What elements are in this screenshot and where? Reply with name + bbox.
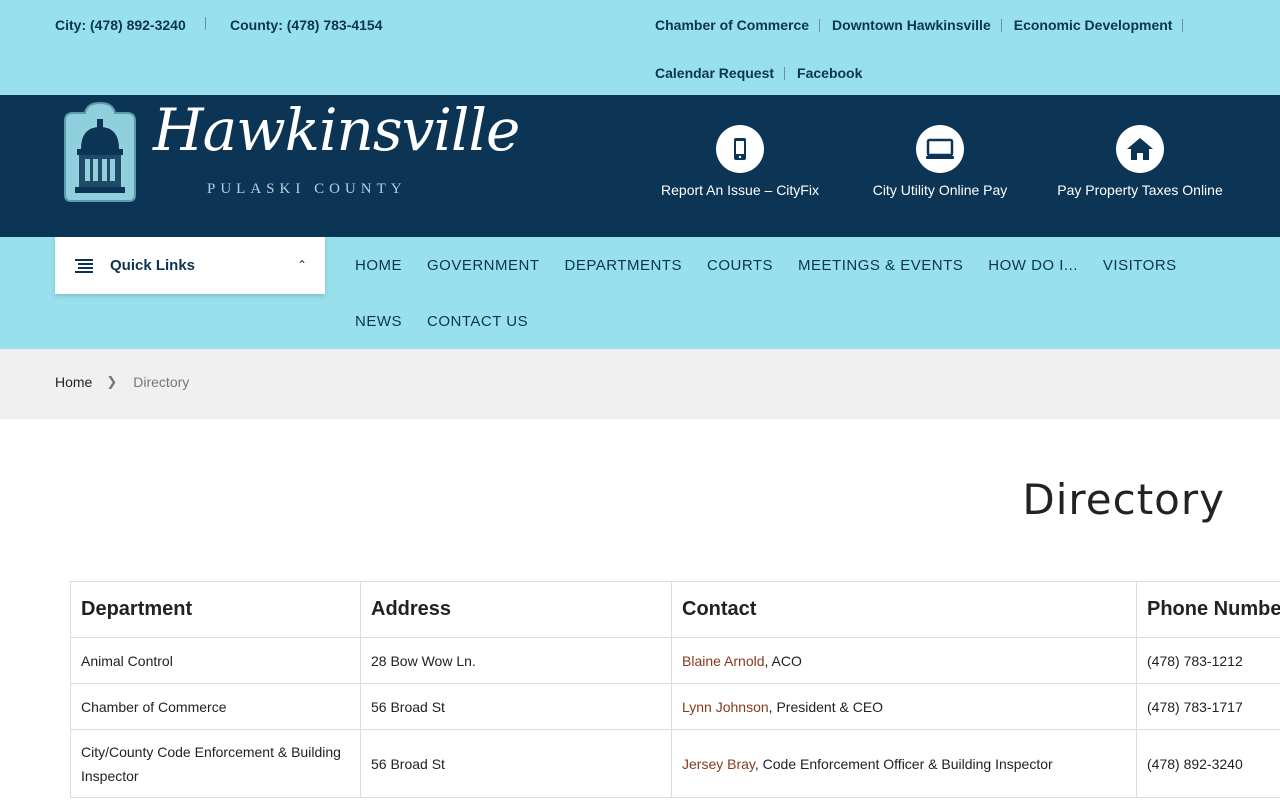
page-title: Directory — [1022, 475, 1225, 524]
menu-lines-icon — [75, 258, 93, 273]
nav-home[interactable]: HOME — [355, 257, 402, 274]
contact-role: , Code Enforcement Officer & Building In… — [754, 755, 1053, 772]
column-header-phone: Phone Number — [1136, 581, 1280, 638]
phone-cell: (478) 892-3240 — [1136, 729, 1280, 798]
quick-links-toggle[interactable]: Quick Links ⌃ — [55, 237, 325, 294]
nav-departments[interactable]: DEPARTMENTS — [565, 257, 682, 274]
department-cell: Animal Control — [70, 637, 361, 684]
report-issue-button[interactable]: Report An Issue – CityFix — [640, 125, 840, 198]
home-icon — [1127, 138, 1153, 160]
top-utility-bar: City: (478) 892-3240 County: (478) 783-4… — [0, 0, 1280, 95]
link-chamber-of-commerce[interactable]: Chamber of Commerce — [655, 17, 809, 33]
link-facebook[interactable]: Facebook — [797, 65, 862, 81]
contact-link[interactable]: Lynn Johnson — [682, 699, 769, 715]
city-phone[interactable]: City: (478) 892-3240 — [55, 17, 186, 33]
utility-pay-button[interactable]: City Utility Online Pay — [840, 125, 1040, 198]
link-downtown-hawkinsville[interactable]: Downtown Hawkinsville — [832, 17, 991, 33]
contact-link[interactable]: Blaine Arnold — [682, 653, 765, 669]
contact-role: , President & CEO — [768, 698, 884, 715]
table-header-row: Department Address Contact Phone Number — [70, 581, 1280, 638]
site-logo[interactable]: Hawkinsville PULASKI COUNTY — [57, 101, 520, 205]
nav-government[interactable]: GOVERNMENT — [427, 257, 540, 274]
directory-table: Department Address Contact Phone Number … — [70, 581, 1280, 798]
main-navigation-bar: Quick Links ⌃ HOME GOVERNMENT DEPARTMENT… — [0, 237, 1280, 349]
breadcrumb: Home ❯ Directory — [55, 374, 189, 390]
property-taxes-label: Pay Property Taxes Online — [1057, 182, 1223, 198]
table-row: City/County Code Enforcement & Building … — [70, 729, 1280, 798]
logo-subtitle: PULASKI COUNTY — [207, 181, 407, 197]
nav-visitors[interactable]: VISITORS — [1103, 257, 1177, 274]
county-phone[interactable]: County: (478) 783-4154 — [230, 17, 383, 33]
nav-contact-us[interactable]: CONTACT US — [427, 313, 528, 330]
column-header-address: Address — [360, 581, 672, 638]
breadcrumb-current: Directory — [133, 374, 190, 390]
contact-link[interactable]: Jersey Bray — [682, 756, 755, 772]
link-divider — [1000, 18, 1002, 32]
address-cell: 56 Broad St — [360, 729, 672, 798]
logo-wordmark: Hawkinsville — [153, 96, 520, 164]
address-cell: 56 Broad St — [360, 683, 672, 730]
link-divider — [819, 18, 821, 32]
table-row: Animal Control 28 Bow Wow Ln. Blaine Arn… — [70, 637, 1280, 684]
monitor-icon — [926, 138, 954, 159]
column-header-department: Department — [70, 581, 361, 638]
property-taxes-button[interactable]: Pay Property Taxes Online — [1040, 125, 1240, 198]
contact-role: , ACO — [764, 652, 802, 669]
table-row: Chamber of Commerce 56 Broad St Lynn Joh… — [70, 683, 1280, 730]
smartphone-icon — [734, 138, 746, 160]
courthouse-logo-icon — [64, 101, 136, 202]
nav-news[interactable]: NEWS — [355, 313, 402, 330]
contact-cell: Lynn Johnson, President & CEO — [671, 683, 1137, 730]
phone-divider — [205, 17, 206, 30]
address-cell: 28 Bow Wow Ln. — [360, 637, 672, 684]
quick-links-label: Quick Links — [110, 257, 196, 274]
nav-courts[interactable]: COURTS — [707, 257, 773, 274]
column-header-contact: Contact — [671, 581, 1137, 638]
nav-how-do-i[interactable]: HOW DO I... — [988, 257, 1078, 274]
contact-cell: Blaine Arnold, ACO — [671, 637, 1137, 684]
contact-cell: Jersey Bray, Code Enforcement Officer & … — [671, 729, 1137, 798]
breadcrumb-bar: Home ❯ Directory — [0, 349, 1280, 419]
breadcrumb-home[interactable]: Home — [55, 374, 92, 390]
utility-pay-label: City Utility Online Pay — [872, 182, 1008, 198]
link-calendar-request[interactable]: Calendar Request — [655, 65, 774, 81]
chevron-up-icon: ⌃ — [296, 258, 307, 272]
link-divider — [1182, 18, 1184, 32]
department-cell: City/County Code Enforcement & Building … — [70, 729, 361, 798]
site-header: Hawkinsville PULASKI COUNTY Report An Is… — [0, 95, 1280, 237]
phone-cell: (478) 783-1717 — [1136, 683, 1280, 730]
chevron-right-icon: ❯ — [106, 374, 118, 389]
nav-meetings-events[interactable]: MEETINGS & EVENTS — [798, 257, 963, 274]
link-economic-development[interactable]: Economic Development — [1014, 17, 1173, 33]
department-cell: Chamber of Commerce — [70, 683, 361, 730]
phone-cell: (478) 783-1212 — [1136, 637, 1280, 684]
link-divider — [784, 66, 786, 80]
report-issue-label: Report An Issue – CityFix — [661, 182, 819, 198]
